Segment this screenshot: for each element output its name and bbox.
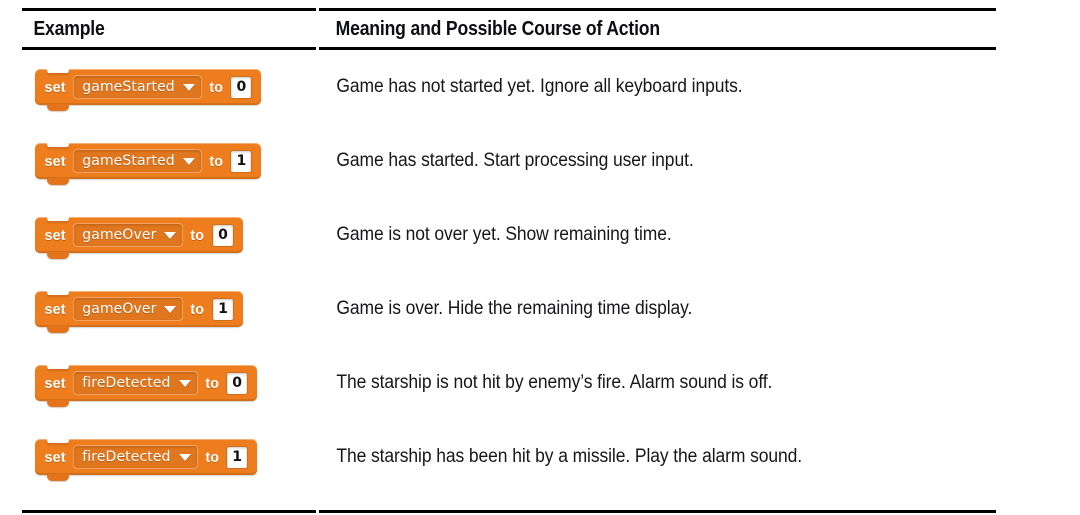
cell-meaning: Game is over. Hide the remaining time di… (336, 298, 693, 319)
table-row: set fireDetected to 1 The starship has b… (22, 420, 996, 494)
reference-table: Example Meaning and Possible Course of A… (22, 0, 996, 515)
variable-name: gameOver (82, 227, 157, 243)
cell-example: set gameStarted to 0 (22, 68, 318, 111)
column-header-example: Example (33, 17, 105, 40)
cell-meaning: The starship is not hit by enemy’s fire.… (336, 372, 773, 393)
variable-name: gameStarted (82, 153, 175, 169)
block-bottom-tab (47, 178, 69, 185)
block-to-label: to (204, 448, 219, 466)
variable-name: gameStarted (82, 79, 175, 95)
value-input[interactable]: 1 (230, 149, 253, 173)
scratch-set-variable-block[interactable]: set fireDetected to 0 (35, 364, 258, 407)
chevron-down-icon[interactable] (178, 379, 191, 387)
table-row: set gameStarted to 0 Game has not starte… (22, 50, 996, 124)
table-header-row: Example Meaning and Possible Course of A… (22, 11, 996, 47)
variable-name: gameOver (82, 301, 157, 317)
table-rule-top (22, 7, 996, 13)
block-bottom-tab (47, 326, 69, 333)
block-bottom-tab (47, 104, 69, 111)
cell-example: set gameStarted to 1 (22, 142, 318, 185)
cell-example: set gameOver to 0 (22, 216, 318, 259)
chevron-down-icon[interactable] (182, 83, 195, 91)
block-set-label: set (44, 448, 66, 466)
variable-name: fireDetected (82, 375, 171, 391)
table-rule-header (22, 46, 996, 52)
column-divider-gap-header (316, 46, 319, 52)
cell-meaning: Game has started. Start processing user … (336, 150, 694, 171)
table-rule-bottom (22, 509, 996, 515)
table-row: set gameOver to 0 Game is not over yet. … (22, 198, 996, 272)
block-top-notch (47, 68, 69, 77)
scratch-set-variable-block[interactable]: set gameStarted to 0 (35, 68, 262, 111)
column-divider-gap-top (316, 7, 319, 13)
cell-example: set fireDetected to 0 (22, 364, 318, 407)
block-to-label: to (209, 152, 224, 170)
cell-example: set fireDetected to 1 (22, 438, 318, 481)
value-input[interactable]: 1 (226, 445, 249, 469)
block-top-notch (47, 290, 69, 299)
block-set-label: set (44, 152, 66, 170)
block-bottom-tab (47, 252, 69, 259)
block-top-notch (47, 142, 69, 151)
table-row: set gameStarted to 1 Game has started. S… (22, 124, 996, 198)
chevron-down-icon[interactable] (178, 453, 191, 461)
cell-example: set gameOver to 1 (22, 290, 318, 333)
block-bottom-tab (47, 474, 69, 481)
column-divider-gap-bottom (316, 509, 319, 515)
scratch-set-variable-block[interactable]: set gameOver to 0 (35, 216, 244, 259)
variable-dropdown[interactable]: gameStarted (73, 149, 202, 173)
value-input[interactable]: 0 (212, 223, 235, 247)
chevron-down-icon[interactable] (164, 231, 177, 239)
value-input[interactable]: 1 (212, 297, 235, 321)
variable-dropdown[interactable]: gameOver (73, 297, 184, 321)
chevron-down-icon[interactable] (182, 157, 195, 165)
cell-meaning: Game is not over yet. Show remaining tim… (336, 224, 672, 245)
block-set-label: set (44, 226, 66, 244)
table-row: set fireDetected to 0 The starship is no… (22, 346, 996, 420)
variable-name: fireDetected (82, 449, 171, 465)
column-header-meaning: Meaning and Possible Course of Action (335, 17, 661, 40)
scratch-set-variable-block[interactable]: set gameStarted to 1 (35, 142, 262, 185)
table-body: set gameStarted to 0 Game has not starte… (22, 50, 996, 494)
variable-dropdown[interactable]: gameOver (73, 223, 184, 247)
value-input[interactable]: 0 (230, 75, 253, 99)
chevron-down-icon[interactable] (164, 305, 177, 313)
scratch-set-variable-block[interactable]: set fireDetected to 1 (35, 438, 258, 481)
variable-dropdown[interactable]: fireDetected (73, 371, 198, 395)
block-to-label: to (204, 374, 219, 392)
block-set-label: set (44, 78, 66, 96)
block-set-label: set (44, 374, 66, 392)
block-top-notch (47, 438, 69, 447)
block-set-label: set (44, 300, 66, 318)
cell-meaning: The starship has been hit by a missile. … (336, 446, 803, 467)
cell-meaning: Game has not started yet. Ignore all key… (336, 76, 743, 97)
scratch-set-variable-block[interactable]: set gameOver to 1 (35, 290, 244, 333)
variable-dropdown[interactable]: fireDetected (73, 445, 198, 469)
block-to-label: to (190, 226, 205, 244)
table-row: set gameOver to 1 Game is over. Hide the… (22, 272, 996, 346)
block-top-notch (47, 216, 69, 225)
block-to-label: to (190, 300, 205, 318)
value-input[interactable]: 0 (226, 371, 249, 395)
block-top-notch (47, 364, 69, 373)
block-to-label: to (209, 78, 224, 96)
variable-dropdown[interactable]: gameStarted (73, 75, 202, 99)
block-bottom-tab (47, 400, 69, 407)
